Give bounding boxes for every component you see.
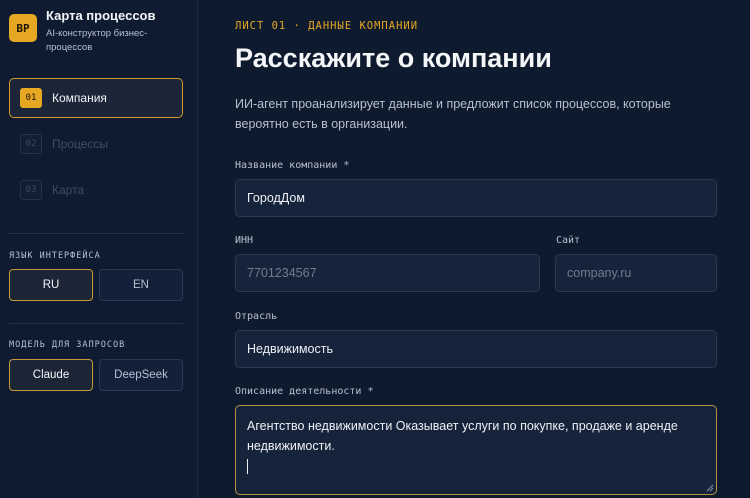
model-label: МОДЕЛЬ ДЛЯ ЗАПРОСОВ [9,340,126,350]
language-switch: RU EN [9,269,183,301]
divider [9,233,183,234]
nav-item-label: Карта [52,183,85,197]
nav-item-label: Процессы [52,137,109,151]
brand-logo: BP [9,14,37,42]
company-name-input[interactable]: ГородДом [235,179,717,217]
activity-textarea[interactable]: Агентство недвижимости Оказывает услуги … [235,405,717,495]
nav-item-label: Компания [52,91,107,105]
text-caret [247,459,248,474]
language-label: ЯЗЫК ИНТЕРФЕЙСА [9,251,101,261]
inn-input[interactable]: 7701234567 [235,254,540,292]
page-description: ИИ-агент проанализирует данные и предлож… [235,97,671,131]
industry-label: Отрасль [235,311,278,322]
nav-item-map[interactable]: 03 Карта [9,170,183,210]
app-window: BP Карта процессов AI-конструктор бизнес… [0,0,750,498]
model-switch: Claude DeepSeek [9,359,183,391]
lang-en-button[interactable]: EN [99,269,183,301]
step-number: 03 [20,180,42,200]
model-deepseek-button[interactable]: DeepSeek [99,359,183,391]
nav-item-processes[interactable]: 02 Процессы [9,124,183,164]
step-number: 01 [20,88,42,108]
divider [9,323,183,324]
company-name-label: Название компании * [235,160,350,171]
lang-ru-button[interactable]: RU [9,269,93,301]
main-content: ЛИСТ 01 · ДАННЫЕ КОМПАНИИ Расскажите о к… [198,0,750,498]
inn-label: ИНН [235,235,254,246]
model-claude-button[interactable]: Claude [9,359,93,391]
sidebar: BP Карта процессов AI-конструктор бизнес… [0,0,198,498]
page-title: Расскажите о компании [235,43,552,73]
site-input[interactable]: company.ru [555,254,717,292]
site-label: Сайт [556,235,581,246]
activity-text: Агентство недвижимости Оказывает услуги … [247,419,678,453]
activity-label: Описание деятельности * [235,386,374,397]
industry-input[interactable]: Недвижимость [235,330,717,368]
brand: BP Карта процессов AI-конструктор бизнес… [9,8,176,55]
sheet-kicker: ЛИСТ 01 · ДАННЫЕ КОМПАНИИ [235,20,419,32]
nav-item-company[interactable]: 01 Компания [9,78,183,118]
app-subtitle: AI-конструктор бизнес-процессов [46,28,148,53]
steps-nav: 01 Компания 02 Процессы 03 Карта [9,78,183,216]
resize-handle-icon[interactable] [706,484,714,492]
step-number: 02 [20,134,42,154]
app-title: Карта процессов [46,8,156,23]
